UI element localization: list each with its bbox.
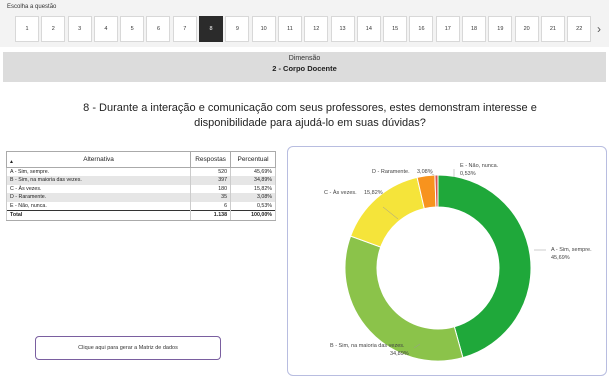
question-button-17[interactable]: 17: [435, 16, 460, 42]
slice-label: A - Sim, sempre.: [551, 247, 592, 253]
slice-percent-label: 45,69%: [551, 255, 570, 261]
header-percentual[interactable]: Percentual: [230, 151, 276, 168]
question-button-11[interactable]: 11: [277, 16, 302, 42]
cell-pct: 15,82%: [230, 184, 276, 193]
cell-pct: 0,53%: [230, 201, 276, 210]
cell-resp: 180: [190, 184, 232, 193]
donut-slice[interactable]: [350, 176, 425, 248]
question-button-2[interactable]: 2: [41, 16, 66, 42]
cell-resp: 397: [190, 176, 232, 185]
header-respostas[interactable]: Respostas: [190, 151, 232, 168]
question-button-5[interactable]: 5: [120, 16, 145, 42]
donut-chart-panel: A - Sim, sempre. 45,69% B - Sim, na maiori…: [287, 146, 607, 376]
slice-percent-label: 15,82%: [364, 190, 383, 196]
question-nav: 1 2 3 4 5 6 7 8 9 10 11 12 13 14 15 16 17 18 19 20 21 22: [15, 16, 594, 44]
dimension-header: Dimensão 2 - Corpo Docente: [3, 52, 606, 82]
question-button-4[interactable]: 4: [93, 16, 118, 42]
table-row[interactable]: A - Sim, sempre. 520 45,69%: [5, 167, 276, 176]
dimension-label: Dimensão: [288, 55, 321, 62]
question-button-8[interactable]: 8: [199, 16, 224, 42]
cell-resp: 6: [190, 201, 232, 210]
table-row[interactable]: C - Às vezes. 180 15,82%: [5, 184, 276, 193]
cell-pct: 34,89%: [230, 176, 276, 185]
cell-alt: E - Não, nunca.: [5, 201, 192, 210]
slice-label: D - Raramente.: [372, 169, 410, 175]
answers-table: ▲ Alternativa Respostas Percentual A - Si…: [5, 151, 276, 221]
question-button-13[interactable]: 13: [330, 16, 355, 42]
question-button-10[interactable]: 10: [251, 16, 276, 42]
question-button-6[interactable]: 6: [146, 16, 171, 42]
question-selector-bar: Escolha a questão 1 2 3 4 5 6 7 8 9 10 11 12 13 14 15 1…: [0, 0, 609, 47]
question-button-16[interactable]: 16: [409, 16, 434, 42]
question-button-22[interactable]: 22: [567, 16, 592, 42]
cell-resp: 35: [190, 193, 232, 202]
question-button-19[interactable]: 19: [488, 16, 513, 42]
cell-alt: A - Sim, sempre.: [5, 167, 192, 176]
chevron-right-icon[interactable]: ›: [597, 22, 601, 36]
question-button-20[interactable]: 20: [514, 16, 539, 42]
cell-alt: D - Raramente.: [5, 193, 192, 202]
cell-alt: B - Sim, na maioria das vezes.: [5, 176, 192, 185]
slice-percent-label: 0,53%: [460, 171, 476, 177]
slice-label: E - Não, nunca.: [460, 163, 499, 169]
total-alt: Total: [5, 209, 192, 221]
question-button-1[interactable]: 1: [15, 16, 39, 42]
table-header-row: ▲ Alternativa Respostas Percentual: [5, 151, 276, 168]
cell-resp: 520: [190, 167, 232, 176]
table-row[interactable]: B - Sim, na maioria das vezes. 397 34,89%: [5, 176, 276, 185]
total-resp: 1.138: [190, 209, 232, 221]
slice-percent-label: 34,89%: [390, 351, 409, 357]
slice-label: B - Sim, na maioria das vezes.: [330, 343, 405, 349]
question-text: 8 - Durante a interação e comunicação co…: [83, 102, 537, 129]
question-button-7[interactable]: 7: [172, 16, 197, 42]
question-button-3[interactable]: 3: [67, 16, 92, 42]
question-button-15[interactable]: 15: [383, 16, 408, 42]
slice-percent-label: 3,08%: [417, 169, 433, 175]
table-row[interactable]: E - Não, nunca. 6 0,53%: [5, 201, 276, 210]
cell-pct: 45,69%: [230, 167, 276, 176]
cell-pct: 3,08%: [230, 193, 276, 202]
sort-asc-icon[interactable]: ▲: [9, 159, 14, 165]
dimension-name: 2 - Corpo Docente: [272, 64, 337, 73]
generate-matrix-button[interactable]: Clique aqui para gerar a Matriz de dados: [35, 336, 221, 360]
donut-chart: A - Sim, sempre. 45,69% B - Sim, na maiori…: [324, 163, 592, 362]
donut-slice[interactable]: [434, 174, 439, 208]
question-button-21[interactable]: 21: [540, 16, 565, 42]
slice-label: C - Às vezes.: [324, 189, 357, 196]
cell-alt: C - Às vezes.: [5, 184, 192, 193]
question-button-18[interactable]: 18: [462, 16, 487, 42]
header-alternativa[interactable]: ▲ Alternativa: [5, 151, 192, 168]
question-button-9[interactable]: 9: [225, 16, 250, 42]
question-button-12[interactable]: 12: [304, 16, 329, 42]
question-selector-label: Escolha a questão: [7, 4, 57, 10]
question-button-14[interactable]: 14: [356, 16, 381, 42]
table-row[interactable]: D - Raramente. 35 3,08%: [5, 193, 276, 202]
total-pct: 100,00%: [230, 209, 276, 221]
table-total-row: Total 1.138 100,00%: [5, 209, 276, 221]
